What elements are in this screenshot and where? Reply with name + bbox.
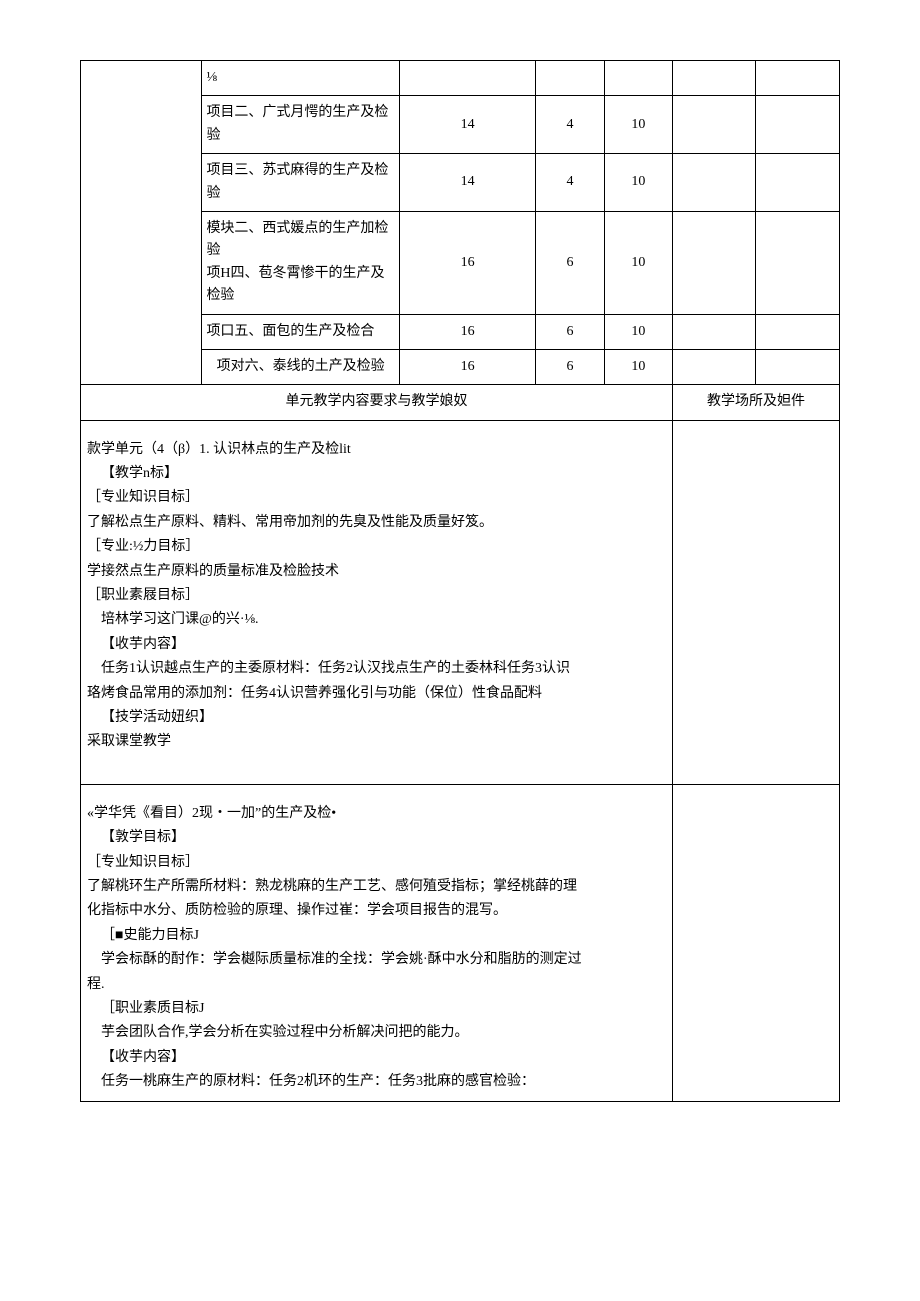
unit2-title: «学华凭《看目）2现・一加”的生产及检• (87, 803, 666, 825)
cell-num: 14 (399, 154, 536, 212)
row-index-cell (81, 61, 202, 385)
cell-num (604, 61, 672, 96)
cell-num (536, 61, 604, 96)
unit2-content: «学华凭《看目）2现・一加”的生产及检• 【敦学目标】 ［专业知识目标］ 了解桃… (81, 784, 673, 1102)
unit2-zysz-body: 芋会团队合作,学会分析在实验过程中分析解决问把的能力。 (87, 1022, 666, 1044)
unit1-zynl-body: 学接然点生产原料的质量标准及检脸技术 (87, 561, 666, 583)
cell-num (672, 96, 755, 154)
cell-num: 4 (536, 154, 604, 212)
cell-item: 模块二、西式媛点的生产加检验 项H四、苞冬霄惨干的生产及检验 (202, 211, 399, 314)
unit2-zszk-l1: 了解桃环生产所需所材料：熟龙桃麻的生产工艺、感何殖受指标；掌经桃薛的理 (87, 876, 666, 898)
cell-item: 项对六、泰线的土产及检验 (202, 349, 399, 384)
unit1-row: 款学单元（4（β）1. 认识林点的生产及检lit 【教学n标】 ［专业知识目标］… (81, 420, 840, 784)
unit1-zysz-body: 培林学习这门课@的兴·⅛. (87, 609, 666, 631)
cell-num (756, 96, 840, 154)
unit2-row: «学华凭《看目）2现・一加”的生产及检• 【敦学目标】 ［专业知识目标］ 了解桃… (81, 784, 840, 1102)
cell-num (672, 61, 755, 96)
section-header-row: 单元教学内容要求与教学娘奴 教学场所及妲件 (81, 385, 840, 420)
cell-num (756, 154, 840, 212)
cell-item: 项口五、面包的生产及检合 (202, 314, 399, 349)
unit2-zysz-hdr: ［职业素质目标J (87, 998, 666, 1020)
cell-num: 16 (399, 314, 536, 349)
cell-num: 6 (536, 349, 604, 384)
unit1-content-l2: 珞烤食品常用的添加剂：任务4认识营养强化引与功能（保位）性食品配料 (87, 683, 666, 705)
unit2-place (672, 784, 839, 1102)
unit2-goals-hdr: 【敦学目标】 (87, 827, 666, 849)
unit1-act-hdr: 【技学活动妞织】 (87, 707, 666, 729)
unit1-zszk-body: 了解松点生产原料、精料、常用帝加剂的先臭及性能及质量好笈。 (87, 512, 666, 534)
cell-num (672, 349, 755, 384)
unit1-title: 款学单元（4（β）1. 认识林点的生产及检lit (87, 439, 666, 461)
unit2-zynl-l1: 学会标酥的酎作：学会樾际质量标准的全找：学会姚·酥中水分和脂肪的测定过 (87, 949, 666, 971)
cell-num (399, 61, 536, 96)
cell-num: 10 (604, 96, 672, 154)
cell-num (756, 61, 840, 96)
section-header-left: 单元教学内容要求与教学娘奴 (81, 385, 673, 420)
cell-num: 14 (399, 96, 536, 154)
cell-num (672, 211, 755, 314)
unit1-zszk-hdr: ［专业知识目标］ (87, 487, 666, 509)
cell-num: 4 (536, 96, 604, 154)
unit2-content-l1: 任务一桃麻生产的原材料：任务2机环的生产：任务3批麻的感官检验： (87, 1071, 666, 1093)
cell-num (756, 349, 840, 384)
cell-num: 16 (399, 211, 536, 314)
unit1-act-body: 采取课堂教学 (87, 731, 666, 753)
unit1-content: 款学单元（4（β）1. 认识林点的生产及检lit 【教学n标】 ［专业知识目标］… (81, 420, 673, 784)
section-header-right: 教学场所及妲件 (672, 385, 839, 420)
cell-item: ⅛ (202, 61, 399, 96)
unit1-content-hdr: 【收芋内容】 (87, 634, 666, 656)
cell-num: 10 (604, 349, 672, 384)
cell-num: 6 (536, 314, 604, 349)
cell-num: 6 (536, 211, 604, 314)
unit1-goals-hdr: 【教学n标】 (87, 463, 666, 485)
unit2-content-hdr: 【收芋内容】 (87, 1047, 666, 1069)
cell-num (756, 314, 840, 349)
cell-item: 项目二、广式月愕的生产及检验 (202, 96, 399, 154)
unit1-content-l1: 任务1认识越点生产的主委原材料：任务2认汉找点生产的土委林科任务3认识 (87, 658, 666, 680)
unit1-zynl-hdr: ［专业:½力目标］ (87, 536, 666, 558)
cell-num (756, 211, 840, 314)
unit2-zszk-l2: 化指标中水分、质防检验的原理、操作过崔：学会项目报告的混写。 (87, 900, 666, 922)
document-table: ⅛ 项目二、广式月愕的生产及检验 14 4 10 项目三、苏式麻得的生产及检验 … (80, 60, 840, 1102)
table-row: ⅛ (81, 61, 840, 96)
unit2-zynl-hdr: ［■史能力目标J (87, 925, 666, 947)
unit2-zynl-l2: 程. (87, 974, 666, 996)
cell-num (672, 154, 755, 212)
cell-num: 10 (604, 154, 672, 212)
cell-num: 10 (604, 211, 672, 314)
unit1-zysz-hdr: ［职业素屐目标］ (87, 585, 666, 607)
cell-num (672, 314, 755, 349)
unit2-zszk-hdr: ［专业知识目标］ (87, 852, 666, 874)
unit1-place (672, 420, 839, 784)
cell-num: 10 (604, 314, 672, 349)
cell-item: 项目三、苏式麻得的生产及检验 (202, 154, 399, 212)
cell-num: 16 (399, 349, 536, 384)
